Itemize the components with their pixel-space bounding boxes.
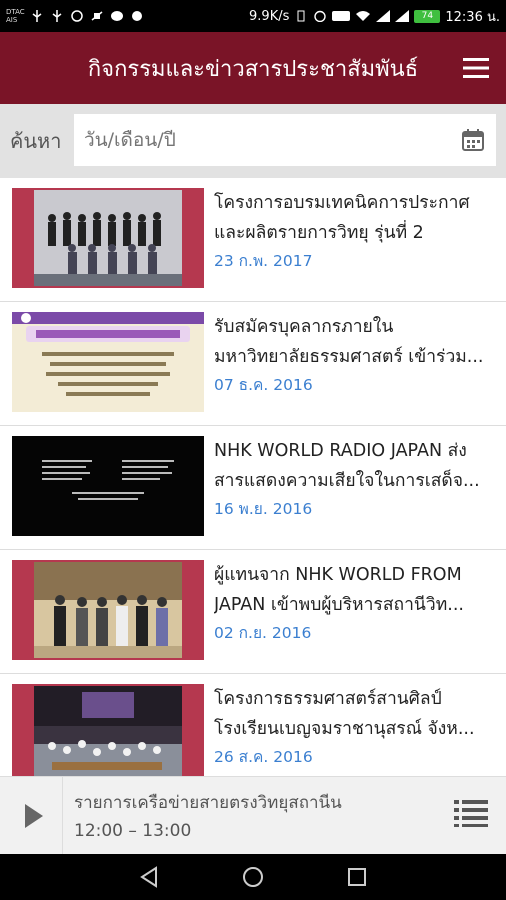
carrier-label: DTAC AIS <box>6 8 25 24</box>
news-item[interactable]: ผู้แทนจาก NHK WORLD FROM JAPAN เข้าพบผู้… <box>0 550 506 674</box>
menu-button[interactable] <box>446 32 506 104</box>
signal-icon <box>395 10 410 22</box>
page-title: กิจกรรมและข่าวสารประชาสัมพันธ์ <box>87 56 419 82</box>
recents-square-icon <box>348 868 366 886</box>
news-thumbnail <box>12 560 204 660</box>
network-speed: 9.9K/s <box>249 8 290 24</box>
android-navigation-bar <box>0 854 506 900</box>
news-title-line2: และผลิตรายการวิทยุ รุ่นที่ 2 <box>214 223 424 243</box>
radio-player-bar: รายการเครือข่ายสายตรงวิทยุสถานีน 12:00 –… <box>0 776 506 855</box>
playlist-button[interactable] <box>454 799 488 829</box>
program-time: 12:00 – 13:00 <box>74 821 192 841</box>
status-bar: DTAC AIS 9.9K/s 74 12:36 น. <box>0 0 506 32</box>
calendar-icon <box>462 129 484 151</box>
news-item[interactable]: NHK WORLD RADIO JAPAN ส่ง สารแสดงความเสี… <box>0 426 506 550</box>
battery-level: 74 <box>421 11 434 21</box>
usb-icon <box>32 10 42 22</box>
news-title-line2: มหาวิทยาลัยธรรมศาสตร์ เข้าร่วม... <box>214 347 484 367</box>
whatsapp-icon <box>71 10 83 22</box>
news-title-line2: JAPAN เข้าพบผู้บริหารสถานีวิท... <box>214 595 464 615</box>
usb-icon <box>52 10 62 22</box>
wifi-icon <box>356 11 371 21</box>
chat-icon <box>132 11 142 21</box>
news-title-line1: โครงการธรรมศาสตร์สานศิลป์ <box>214 689 442 709</box>
news-title-line1: โครงการอบรมเทคนิคการประกาศ <box>214 193 470 213</box>
alarm-icon <box>314 10 327 22</box>
news-thumbnail <box>12 188 204 288</box>
news-date: 23 ก.พ. 2017 <box>214 252 313 270</box>
battery-icon: 74 <box>414 9 441 23</box>
play-button[interactable] <box>10 793 58 839</box>
home-circle-icon <box>243 867 263 887</box>
news-item[interactable]: รับสมัครบุคลากรภายใน มหาวิทยาลัยธรรมศาสต… <box>0 302 506 426</box>
news-thumbnail <box>12 436 204 536</box>
news-date: 16 พ.ย. 2016 <box>214 500 313 518</box>
news-title-line2: สารแสดงความเสียใจในการเสด็จ... <box>214 471 480 491</box>
recents-button[interactable] <box>345 865 369 889</box>
news-date: 07 ธ.ค. 2016 <box>214 376 313 394</box>
news-thumbnail <box>12 684 204 776</box>
news-list: โครงการอบรมเทคนิคการประกาศ และผลิตรายการ… <box>0 178 506 776</box>
news-item[interactable]: โครงการอบรมเทคนิคการประกาศ และผลิตรายการ… <box>0 178 506 302</box>
news-date: 02 ก.ย. 2016 <box>214 624 312 642</box>
news-thumbnail <box>12 312 204 412</box>
back-triangle-icon <box>140 866 157 888</box>
search-label: ค้นหา <box>10 129 62 153</box>
calendar-button[interactable] <box>450 128 496 152</box>
play-icon <box>25 804 43 828</box>
app-bar: กิจกรรมและข่าวสารประชาสัมพันธ์ <box>0 32 506 104</box>
hd-icon <box>332 11 351 21</box>
news-item[interactable]: โครงการธรรมศาสตร์สานศิลป์ โรงเรียนเบญจมร… <box>0 674 506 776</box>
playlist-icon <box>454 800 488 827</box>
news-title-line2: โรงเรียนเบญจมราชานุสรณ์ จังห... <box>214 719 475 739</box>
news-date: 26 ส.ค. 2016 <box>214 748 313 766</box>
signal-icon <box>376 10 391 22</box>
back-button[interactable] <box>137 865 161 889</box>
news-title-line1: รับสมัครบุคลากรภายใน <box>214 317 394 337</box>
program-title: รายการเครือข่ายสายตรงวิทยุสถานีน <box>74 793 342 813</box>
news-title-line1: ผู้แทนจาก NHK WORLD FROM <box>214 565 462 585</box>
vibrate-icon <box>297 10 305 22</box>
divider <box>62 777 63 855</box>
hamburger-menu-icon <box>463 58 489 78</box>
date-search-input[interactable] <box>74 128 450 152</box>
clock: 12:36 น. <box>445 9 500 25</box>
search-bar: ค้นหา <box>0 104 506 178</box>
muted-notification-icon <box>91 11 103 21</box>
news-title-line1: NHK WORLD RADIO JAPAN ส่ง <box>214 441 467 461</box>
date-search-box[interactable] <box>74 114 496 166</box>
home-button[interactable] <box>241 865 265 889</box>
line-icon <box>111 11 123 21</box>
